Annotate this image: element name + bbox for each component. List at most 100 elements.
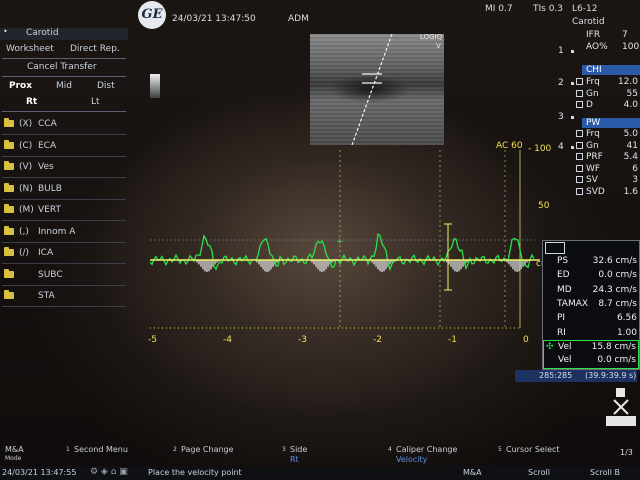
- probe-orientation-icon: [606, 388, 636, 428]
- spectral-bin: [450, 260, 452, 267]
- vessel-item[interactable]: (V) Ves: [4, 161, 54, 172]
- dist-button[interactable]: Dist: [97, 81, 115, 91]
- vessel-item[interactable]: (C) ECA: [4, 139, 57, 151]
- scroll-button[interactable]: Scroll: [528, 468, 550, 477]
- rt-button[interactable]: Rt: [26, 97, 37, 107]
- softkey-label[interactable]: Second Menu: [74, 445, 128, 454]
- measurement-value: 0.0 cm/s: [598, 270, 637, 281]
- header-probe: L6-12: [572, 4, 598, 14]
- folder-icon: [4, 290, 14, 299]
- spectral-bin: [317, 260, 319, 270]
- measurement-value: 6.56: [616, 313, 637, 324]
- spectral-bin: [456, 260, 458, 272]
- vessel-item[interactable]: STA: [4, 290, 55, 301]
- vessel-item[interactable]: (X) CCA: [4, 118, 57, 129]
- vessel-item[interactable]: (,) Innom A: [4, 225, 76, 237]
- vessel-code: (V): [19, 162, 33, 172]
- softkey-label[interactable]: Cursor Select: [506, 445, 560, 454]
- measurement-value: 8.7 cm/s: [598, 298, 637, 309]
- prox-button[interactable]: Prox: [9, 81, 32, 91]
- vessel-item[interactable]: SUBC: [4, 268, 63, 280]
- param-row: Frq: [576, 77, 618, 87]
- worksheet-button[interactable]: Worksheet: [6, 44, 54, 54]
- param-row: WF: [576, 164, 618, 174]
- spectral-bin: [210, 260, 212, 270]
- measurement-value: 1.00: [616, 327, 637, 338]
- spectral-bin: [260, 260, 262, 267]
- measurement-label: PS: [557, 256, 569, 266]
- vel2-value: 0.0 cm/s: [597, 355, 636, 365]
- mid-button[interactable]: Mid: [56, 81, 72, 91]
- scroll-b-button[interactable]: Scroll B: [590, 468, 620, 477]
- param-box-icon: [576, 164, 583, 172]
- vessel-name: Innom A: [38, 226, 76, 237]
- divider: [2, 306, 126, 307]
- spectral-bin: [319, 260, 321, 272]
- vessel-item[interactable]: (N) BULB: [4, 182, 62, 194]
- divider: [2, 155, 126, 157]
- spectral-bin: [327, 260, 329, 267]
- status-prompt: Place the velocity point: [148, 468, 242, 477]
- folder-icon: [4, 225, 14, 235]
- softkey-label[interactable]: Side: [290, 445, 307, 454]
- gray-scale-bar: [150, 74, 160, 98]
- doppler-spectrum[interactable]: +: [150, 150, 540, 350]
- softkey-label[interactable]: Caliper Change: [396, 445, 457, 454]
- depth-mark: 1: [558, 46, 564, 56]
- ma-mode-label[interactable]: M&A: [5, 445, 24, 454]
- param-label: SVD: [586, 186, 605, 197]
- mode-label: Mode: [5, 455, 22, 462]
- param-value: 6: [632, 163, 638, 174]
- spectral-bin: [268, 260, 270, 272]
- measurement-value: 32.6 cm/s: [592, 256, 637, 266]
- measurement-label: TAMAX: [557, 298, 589, 309]
- spectral-bin: [204, 260, 206, 272]
- measurement-label: PI: [557, 313, 566, 324]
- measurement-label: RI: [557, 327, 566, 338]
- vessel-name: BULB: [38, 183, 62, 194]
- spectral-bin: [510, 260, 512, 267]
- softkey-number: 2: [173, 446, 177, 453]
- spectral-bin: [200, 260, 202, 267]
- param-value: 5.0: [623, 129, 638, 139]
- folder-icon: [4, 139, 14, 149]
- spectral-bin: [323, 260, 325, 272]
- cancel-transfer-button[interactable]: Cancel Transfer: [27, 62, 97, 72]
- param-value: 4.0: [623, 100, 638, 110]
- softkey-sub: Rt: [290, 455, 299, 464]
- softkey-label[interactable]: Page Change: [181, 445, 234, 454]
- param-label: Gn: [586, 88, 599, 99]
- lt-button[interactable]: Lt: [91, 97, 100, 107]
- depth-mark: 4: [558, 142, 564, 152]
- spectral-bin: [375, 260, 377, 267]
- spectral-bin: [202, 260, 204, 270]
- param-value: 1.6: [623, 186, 638, 197]
- divider: [2, 111, 126, 112]
- param-row: SVD: [576, 187, 618, 197]
- vessel-item[interactable]: (M) VERT: [4, 204, 61, 215]
- vessel-item[interactable]: (/) ICA: [4, 247, 53, 258]
- param-row: Gn: [576, 89, 618, 99]
- ma-button[interactable]: M&A: [463, 468, 482, 477]
- logiq-label: LOGIQ: [420, 33, 443, 41]
- spectral-bin: [520, 260, 522, 270]
- softkey-number: 4: [388, 446, 392, 453]
- spectral-bin: [454, 260, 456, 272]
- chi-header: CHI: [582, 65, 640, 75]
- param-box-icon: [576, 141, 583, 149]
- vessel-code: (M): [19, 205, 34, 215]
- sample-volume-cursor[interactable]: [310, 34, 444, 145]
- depth-mark: 3: [558, 112, 564, 122]
- divider: [2, 134, 126, 135]
- vel-box[interactable]: ✣ Vel 15.8 cm/s Vel 0.0 cm/s: [543, 340, 639, 369]
- direct-report-button[interactable]: Direct Rep.: [70, 44, 120, 54]
- vessel-code: (X): [19, 119, 33, 129]
- measurement-row: TAMAX 8.7 cm/s: [543, 298, 639, 312]
- vessel-code: (N): [19, 183, 33, 194]
- depth-tick: [571, 116, 574, 119]
- vessel-name: ECA: [38, 140, 57, 151]
- velocity-caliper[interactable]: [444, 223, 452, 291]
- measurement-label: MD: [557, 284, 572, 295]
- measurement-row: PS 32.6 cm/s: [543, 255, 639, 269]
- header-tis: TIs 0.3: [533, 4, 564, 14]
